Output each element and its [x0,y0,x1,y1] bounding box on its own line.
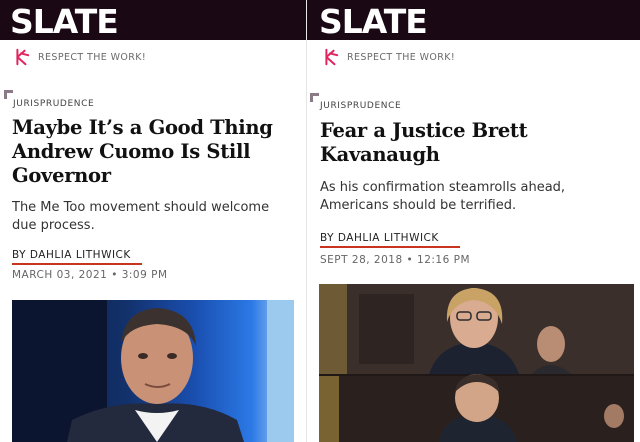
byline-underline [12,263,142,265]
slate-logo[interactable]: SLATE [319,4,428,40]
section-marker [310,93,319,102]
article-dek: As his confirmation steamrolls ahead, Am… [320,180,566,213]
tagline-text: RESPECT THE WORK! [347,51,456,63]
article-dek: The Me Too movement should welcome due p… [12,200,270,233]
article-hero-photo [319,284,634,442]
slate-k-icon [325,48,339,66]
article-headline: Fear a Justice Brett Kavanaugh [320,119,528,166]
publish-dateline: SEPT 28, 2018 • 12:16 PM [320,254,470,266]
section-kicker[interactable]: JURISPRUDENCE [13,99,94,109]
tagline-banner[interactable]: RESPECT THE WORK! [321,48,455,66]
publish-time: 12:16 PM [417,254,471,266]
site-header: SLATE [307,0,640,40]
article-headline: Maybe It’s a Good Thing Andrew Cuomo Is … [12,116,273,187]
author-byline[interactable]: BY DAHLIA LITHWICK [320,232,439,244]
article-panel-kavanaugh: SLATE RESPECT THE WORK! JURISPRUDENCE Fe… [307,0,640,442]
slate-k-icon [16,48,30,66]
cuomo-photo-illustration [12,300,294,442]
tagline-banner[interactable]: RESPECT THE WORK! [12,48,146,66]
publish-time: 3:09 PM [121,269,168,281]
site-header: SLATE [0,0,306,40]
section-marker [4,90,13,99]
article-hero-photo [12,300,294,442]
slate-logo[interactable]: SLATE [10,4,119,40]
hearing-photo-illustration [319,284,634,442]
publish-date: SEPT 28, 2018 [320,254,403,266]
author-byline[interactable]: BY DAHLIA LITHWICK [12,249,131,261]
section-kicker[interactable]: JURISPRUDENCE [320,101,401,111]
date-separator: • [111,269,122,281]
article-panel-cuomo: SLATE RESPECT THE WORK! JURISPRUDENCE Ma… [0,0,306,442]
publish-date: MARCH 03, 2021 [12,269,108,281]
publish-dateline: MARCH 03, 2021 • 3:09 PM [12,269,168,281]
tagline-text: RESPECT THE WORK! [38,51,147,63]
byline-underline [320,246,460,248]
date-separator: • [406,254,418,266]
